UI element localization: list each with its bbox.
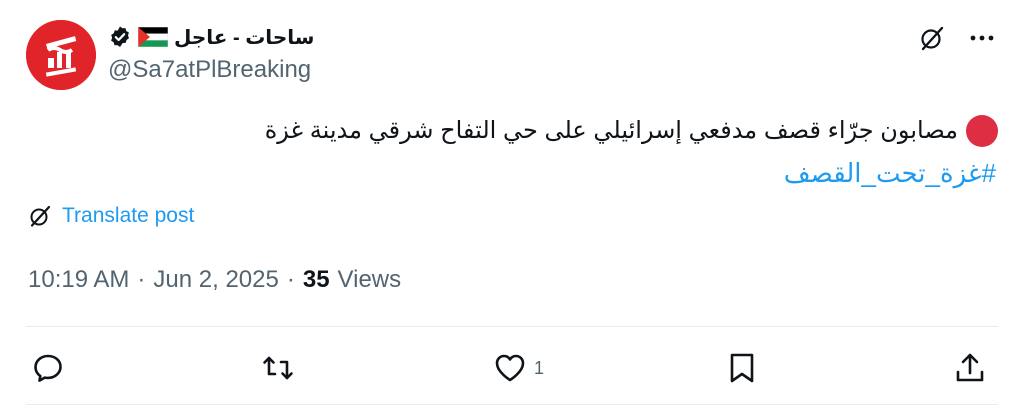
post-meta: 10:19 AM · Jun 2, 2025 · 35 Views — [28, 266, 401, 294]
grok-icon[interactable] — [918, 24, 946, 52]
views-count: 35 — [302, 266, 330, 293]
translate-post-link[interactable]: Translate post — [28, 204, 194, 228]
reply-button[interactable] — [30, 346, 72, 390]
repost-button[interactable] — [260, 346, 302, 390]
divider — [26, 326, 998, 327]
meta-separator: · — [137, 266, 146, 293]
views-label: Views — [337, 266, 402, 293]
action-bar: 1 — [30, 346, 998, 390]
translate-label[interactable]: Translate post — [62, 204, 194, 228]
meta-separator: · — [286, 266, 295, 293]
author-handle[interactable]: @Sa7atPlBreaking — [108, 56, 311, 84]
red-circle-emoji-icon — [966, 115, 998, 147]
share-icon — [956, 353, 984, 382]
verified-badge-icon — [111, 26, 129, 47]
repost-icon — [263, 356, 293, 380]
post-date[interactable]: Jun 2, 2025 — [153, 266, 278, 294]
sahat-logo-icon — [26, 20, 96, 90]
like-count: 1 — [534, 357, 545, 378]
header-actions — [918, 24, 996, 52]
bookmark-button[interactable] — [724, 346, 766, 390]
post-time[interactable]: 10:19 AM — [28, 266, 129, 294]
reply-icon — [34, 354, 62, 382]
divider — [26, 404, 998, 405]
more-icon[interactable] — [968, 24, 996, 52]
bookmark-icon — [730, 353, 754, 383]
palestine-flag-icon — [138, 27, 168, 47]
post-text: مصابون جرّاء قصف مدفعي إسرائيلي على حي ا… — [198, 114, 998, 148]
share-button[interactable] — [952, 346, 988, 390]
post-text-content: مصابون جرّاء قصف مدفعي إسرائيلي على حي ا… — [264, 117, 958, 144]
like-icon — [495, 354, 525, 382]
display-name[interactable]: ساحات - عاجل — [174, 25, 314, 50]
avatar[interactable] — [26, 20, 96, 90]
author-name-row[interactable]: ساحات - عاجل — [108, 22, 314, 52]
like-button[interactable]: 1 — [492, 346, 544, 390]
grok-translate-icon — [30, 205, 51, 227]
hashtag-link[interactable]: #غزة_تحت_القصف — [784, 158, 996, 189]
